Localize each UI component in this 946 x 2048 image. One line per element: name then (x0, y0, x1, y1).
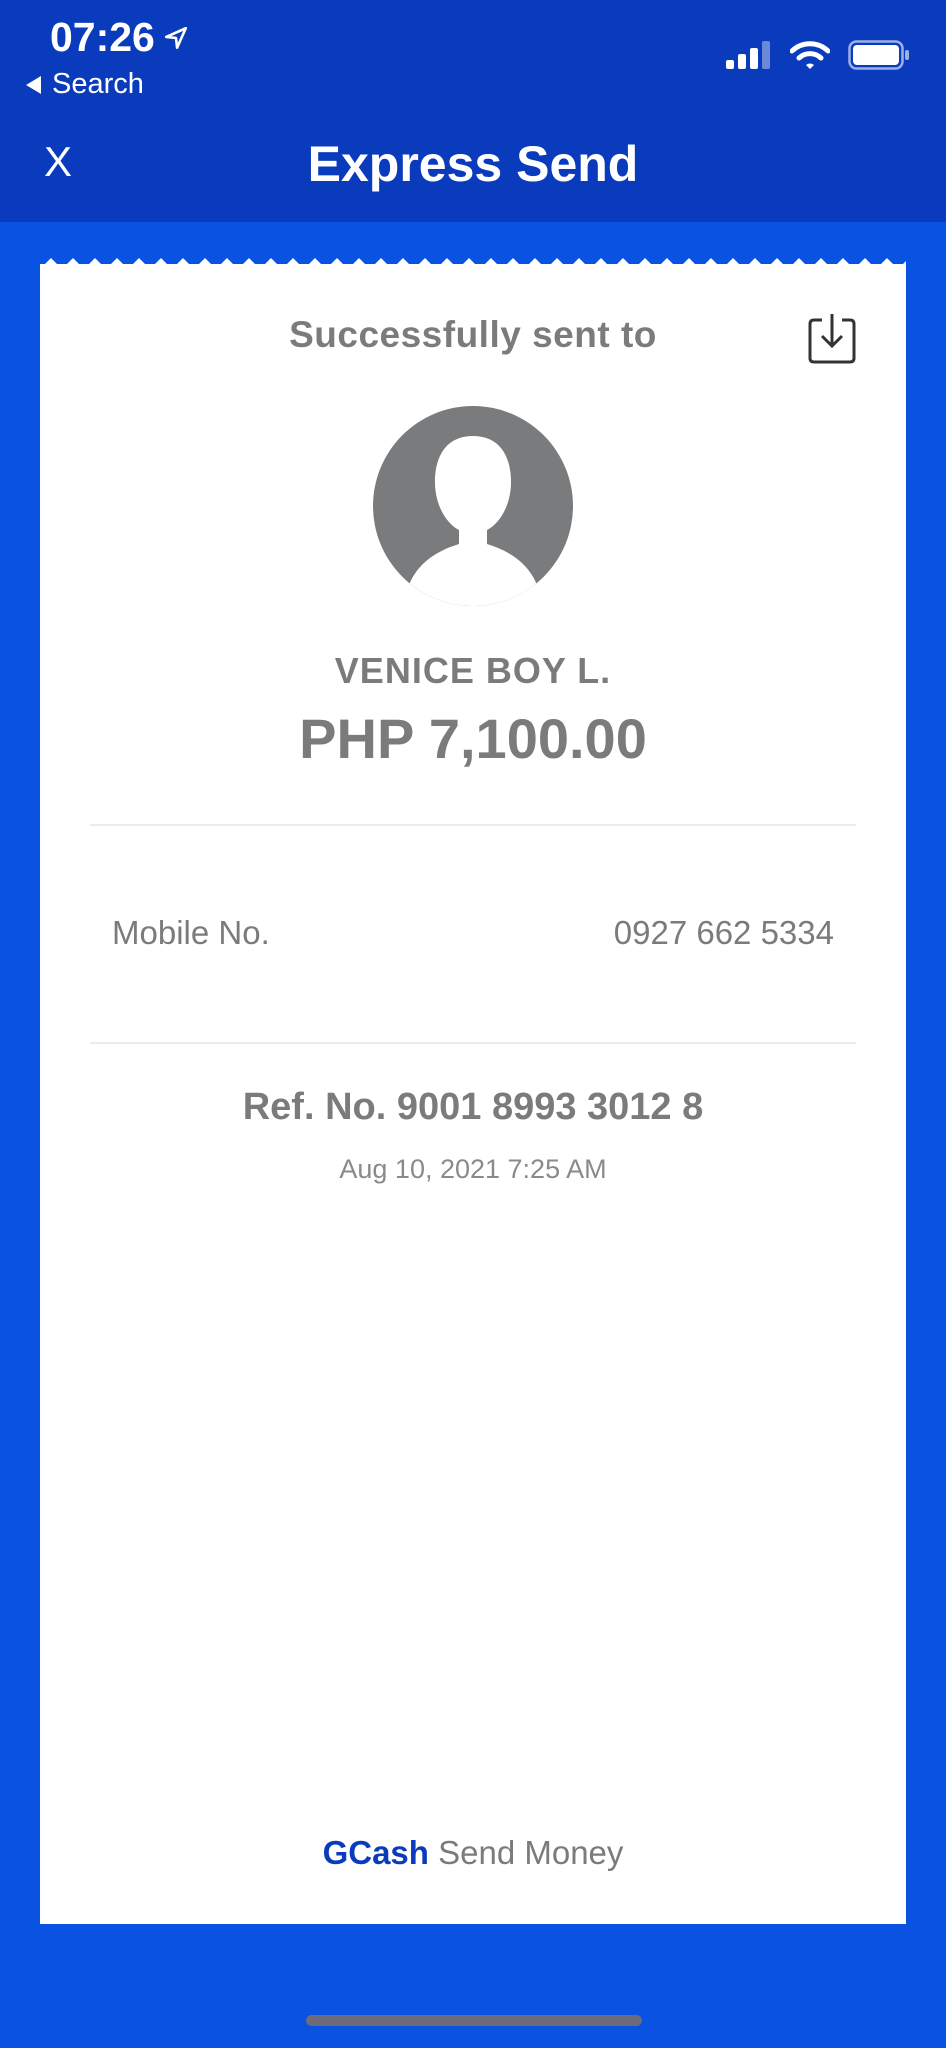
home-indicator[interactable] (306, 2015, 642, 2026)
location-arrow-icon (164, 26, 187, 49)
signal-icon (726, 41, 770, 69)
back-triangle-icon (26, 75, 41, 94)
page-title: Express Send (307, 136, 639, 192)
status-indicators (726, 40, 910, 70)
recipient-name: VENICE BOY L. (334, 650, 612, 691)
status-time-text: 07:26 (50, 14, 155, 60)
wifi-icon (790, 41, 830, 69)
status-back-link[interactable]: Search (26, 68, 144, 101)
status-back-label: Search (52, 68, 144, 100)
footer-text: Send Money (438, 1834, 624, 1871)
top-bar: 07:26 Search X Express Send (0, 0, 946, 222)
avatar-placeholder-icon (373, 406, 573, 606)
reference-number: Ref. No. 9001 8993 3012 8 (242, 1086, 704, 1128)
receipt-bottom-edge (40, 1902, 906, 1924)
battery-icon (848, 40, 909, 70)
success-heading: Successfully sent to (289, 314, 657, 355)
divider-top (90, 824, 856, 826)
status-time: 07:26 (50, 14, 189, 61)
receipt-footer: GCash Send Money (40, 1834, 906, 1872)
divider-bottom (90, 1042, 856, 1044)
mobile-label: Mobile No. (112, 914, 270, 951)
mobile-value: 0927 662 5334 (613, 914, 834, 951)
transaction-datetime: Aug 10, 2021 7:25 AM (339, 1154, 607, 1184)
amount-sent: PHP 7,100.00 (299, 707, 647, 770)
footer-brand: GCash (322, 1834, 429, 1871)
receipt-card: Successfully sent to VENICE BOY L. PHP 7… (40, 264, 906, 1924)
download-icon[interactable] (808, 312, 856, 364)
